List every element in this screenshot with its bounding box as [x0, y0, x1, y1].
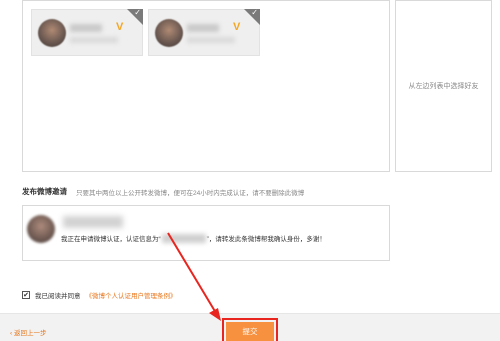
verified-icon: V [116, 21, 124, 33]
friend-card[interactable]: V ✓ [31, 8, 143, 56]
invite-message-box: 我正在申请微博认证，认证信息为“ ”，请转发此条微博帮我确认身份，多谢！ [22, 205, 390, 261]
agree-label: 我已阅读并同意 [35, 293, 81, 300]
invite-description: 只要其中两位以上公开转发微博，便可在24小时内完成认证，请不要删除此微博 [76, 190, 305, 197]
blurred-friend-info [187, 37, 235, 43]
verified-icon: V [233, 21, 241, 33]
blurred-user-name [63, 216, 123, 228]
blurred-friend-info [70, 37, 118, 43]
blurred-verification-info [161, 233, 206, 243]
avatar [27, 215, 55, 243]
check-icon: ✓ [134, 8, 141, 17]
friend-list-hint-panel: 从左边列表中选择好友 [395, 0, 492, 172]
back-link[interactable]: ‹ 返回上一步 [10, 327, 46, 337]
terms-link[interactable]: 《微博个人认证用户管理条例》 [86, 290, 177, 300]
agree-checkbox[interactable]: ✔ [22, 291, 30, 299]
avatar [155, 19, 183, 47]
agreement-row: ✔ 我已阅读并同意 《微博个人认证用户管理条例》 [22, 290, 177, 300]
invite-message: 我正在申请微博认证，认证信息为“ ”，请转发此条微博帮我确认身份，多谢！ [61, 233, 326, 243]
invite-message-suffix: ”，请转发此条微博帮我确认身份，多谢！ [206, 236, 326, 243]
blurred-friend-name [187, 24, 219, 32]
invite-title: 发布微博邀请 [22, 187, 67, 196]
avatar [38, 19, 66, 47]
check-icon: ✓ [251, 8, 258, 17]
selected-friends-panel: V ✓ V ✓ [22, 0, 390, 172]
invite-message-prefix: 我正在申请微博认证，认证信息为“ [61, 236, 161, 243]
submit-button[interactable]: 提交 [226, 322, 274, 341]
friend-list-hint: 从左边列表中选择好友 [408, 83, 479, 90]
blurred-friend-name [70, 24, 102, 32]
friend-card[interactable]: V ✓ [148, 8, 260, 56]
